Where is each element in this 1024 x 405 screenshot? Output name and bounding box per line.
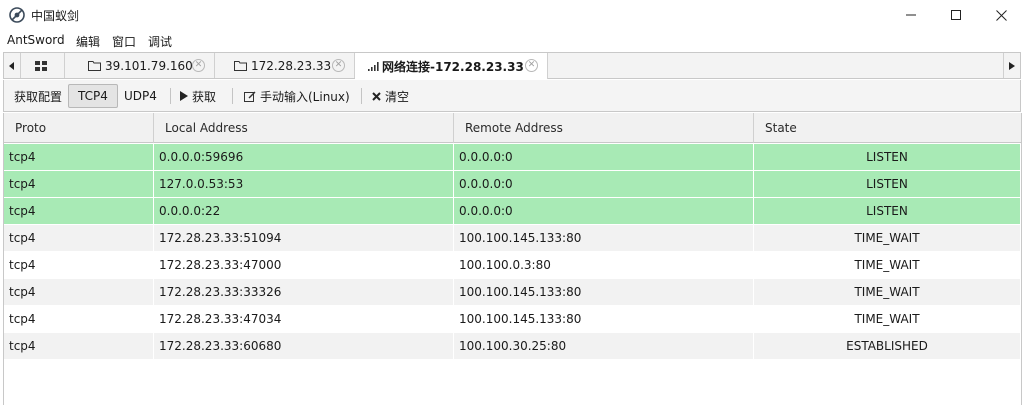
menu-edit[interactable]: 编辑 xyxy=(76,33,100,50)
column-header-local-address[interactable]: Local Address xyxy=(154,113,454,143)
local-address-cell: 172.28.23.33:33326 xyxy=(154,279,454,305)
grid-icon xyxy=(34,60,47,71)
title-bar: 中国蚁剑 xyxy=(0,0,1024,30)
table-row[interactable]: tcp4 172.28.23.33:60680 100.100.30.25:80… xyxy=(4,333,1021,359)
table-row[interactable]: tcp4 172.28.23.33:47034 100.100.145.133:… xyxy=(4,306,1021,332)
folder-icon xyxy=(88,60,101,71)
fetch-button[interactable]: 获取 xyxy=(175,84,221,108)
local-address-cell: 172.28.23.33:47034 xyxy=(154,306,454,332)
local-address-cell: 127.0.0.53:53 xyxy=(154,171,454,197)
table-row[interactable]: tcp4 0.0.0.0:22 0.0.0.0:0 LISTEN xyxy=(4,198,1021,224)
menu-antsword[interactable]: AntSword xyxy=(7,33,65,47)
tab-shell-39-101-79-160[interactable]: 39.101.79.160 ✕ xyxy=(65,53,215,78)
tab-scroll-right-button[interactable] xyxy=(1003,53,1020,78)
local-address-cell: 172.28.23.33:47000 xyxy=(154,252,454,278)
minimize-button[interactable] xyxy=(888,0,934,30)
get-config-button[interactable]: 获取配置 xyxy=(9,84,67,108)
state-cell: TIME_WAIT xyxy=(754,252,1021,278)
antsword-logo-icon xyxy=(9,7,25,23)
window-title: 中国蚁剑 xyxy=(31,9,80,23)
toolbar-divider xyxy=(232,88,233,104)
minimize-icon xyxy=(906,14,916,16)
menu-bar: AntSword 编辑 窗口 调试 xyxy=(0,31,1024,51)
column-header-remote-address[interactable]: Remote Address xyxy=(454,113,754,143)
table-row[interactable]: tcp4 0.0.0.0:59696 0.0.0.0:0 LISTEN xyxy=(4,144,1021,170)
maximize-icon xyxy=(951,10,961,20)
connections-grid: Proto Local Address Remote Address State… xyxy=(3,113,1022,405)
column-header-proto[interactable]: Proto xyxy=(4,113,154,143)
state-cell: LISTEN xyxy=(754,144,1021,170)
close-window-button[interactable] xyxy=(978,0,1024,30)
tab-label: 172.28.23.33 xyxy=(251,58,332,73)
proto-cell: tcp4 xyxy=(4,252,154,278)
table-row[interactable]: tcp4 172.28.23.33:47000 100.100.0.3:80 T… xyxy=(4,252,1021,278)
menu-debug[interactable]: 调试 xyxy=(148,33,172,50)
local-address-cell: 0.0.0.0:59696 xyxy=(154,144,454,170)
manual-input-button[interactable]: 手动输入(Linux) xyxy=(239,84,355,108)
proto-cell: tcp4 xyxy=(4,225,154,251)
menu-window[interactable]: 窗口 xyxy=(112,33,136,50)
tab-close-icon[interactable]: ✕ xyxy=(525,59,538,72)
proto-cell: tcp4 xyxy=(4,144,154,170)
manual-input-label: 手动输入(Linux) xyxy=(260,89,350,104)
table-row[interactable]: tcp4 127.0.0.53:53 0.0.0.0:0 LISTEN xyxy=(4,171,1021,197)
state-cell: ESTABLISHED xyxy=(754,333,1021,359)
maximize-button[interactable] xyxy=(933,0,979,30)
fetch-label: 获取 xyxy=(192,89,217,104)
proto-cell: tcp4 xyxy=(4,306,154,332)
grid-header: Proto Local Address Remote Address State xyxy=(4,113,1021,143)
remote-address-cell: 100.100.145.133:80 xyxy=(454,279,754,305)
state-cell: LISTEN xyxy=(754,171,1021,197)
table-row[interactable]: tcp4 172.28.23.33:51094 100.100.145.133:… xyxy=(4,225,1021,251)
state-cell: LISTEN xyxy=(754,198,1021,224)
udp4-label: UDP4 xyxy=(124,89,157,103)
toolbar-divider xyxy=(170,88,171,104)
close-icon xyxy=(995,9,1007,21)
tab-label: 网络连接-172.28.23.33 xyxy=(382,59,524,74)
tab-close-icon[interactable]: ✕ xyxy=(192,59,205,72)
state-cell: TIME_WAIT xyxy=(754,225,1021,251)
toolbar: 获取配置 TCP4 UDP4 获取 手动输入(Linux) 清空 xyxy=(3,80,1021,112)
proto-cell: tcp4 xyxy=(4,171,154,197)
arrow-left-icon xyxy=(9,61,14,70)
toolbar-divider xyxy=(361,88,362,104)
arrow-right-icon xyxy=(1009,61,1015,70)
tcp4-label: TCP4 xyxy=(78,89,108,103)
local-address-cell: 0.0.0.0:22 xyxy=(154,198,454,224)
proto-cell: tcp4 xyxy=(4,279,154,305)
state-cell: TIME_WAIT xyxy=(754,306,1021,332)
clear-label: 清空 xyxy=(385,89,410,104)
proto-cell: tcp4 xyxy=(4,333,154,359)
remote-address-cell: 100.100.30.25:80 xyxy=(454,333,754,359)
remote-address-cell: 0.0.0.0:0 xyxy=(454,171,754,197)
x-icon xyxy=(372,91,381,101)
state-cell: TIME_WAIT xyxy=(754,279,1021,305)
folder-icon xyxy=(234,60,247,71)
column-header-state[interactable]: State xyxy=(754,113,1021,143)
clear-button[interactable]: 清空 xyxy=(367,84,414,108)
remote-address-cell: 0.0.0.0:0 xyxy=(454,198,754,224)
remote-address-cell: 100.100.0.3:80 xyxy=(454,252,754,278)
remote-address-cell: 100.100.145.133:80 xyxy=(454,306,754,332)
remote-address-cell: 100.100.145.133:80 xyxy=(454,225,754,251)
tab-shell-172-28-23-33[interactable]: 172.28.23.33 ✕ xyxy=(215,53,355,78)
tcp4-toggle[interactable]: TCP4 xyxy=(68,84,118,108)
signal-icon xyxy=(368,61,380,71)
local-address-cell: 172.28.23.33:60680 xyxy=(154,333,454,359)
play-icon xyxy=(180,91,188,101)
tab-network-connections[interactable]: 网络连接-172.28.23.33 ✕ xyxy=(355,53,548,79)
get-config-label: 获取配置 xyxy=(14,89,63,104)
local-address-cell: 172.28.23.33:51094 xyxy=(154,225,454,251)
tab-label: 39.101.79.160 xyxy=(105,58,193,73)
udp4-toggle[interactable]: UDP4 xyxy=(119,84,162,108)
tab-close-icon[interactable]: ✕ xyxy=(332,59,345,72)
tab-strip: 39.101.79.160 ✕ 172.28.23.33 ✕ 网络连接-172.… xyxy=(3,52,1021,79)
proto-cell: tcp4 xyxy=(4,198,154,224)
edit-icon xyxy=(244,91,256,102)
remote-address-cell: 0.0.0.0:0 xyxy=(454,144,754,170)
table-row[interactable]: tcp4 172.28.23.33:33326 100.100.145.133:… xyxy=(4,279,1021,305)
tab-home[interactable] xyxy=(21,53,65,78)
tab-scroll-left-button[interactable] xyxy=(4,53,21,78)
